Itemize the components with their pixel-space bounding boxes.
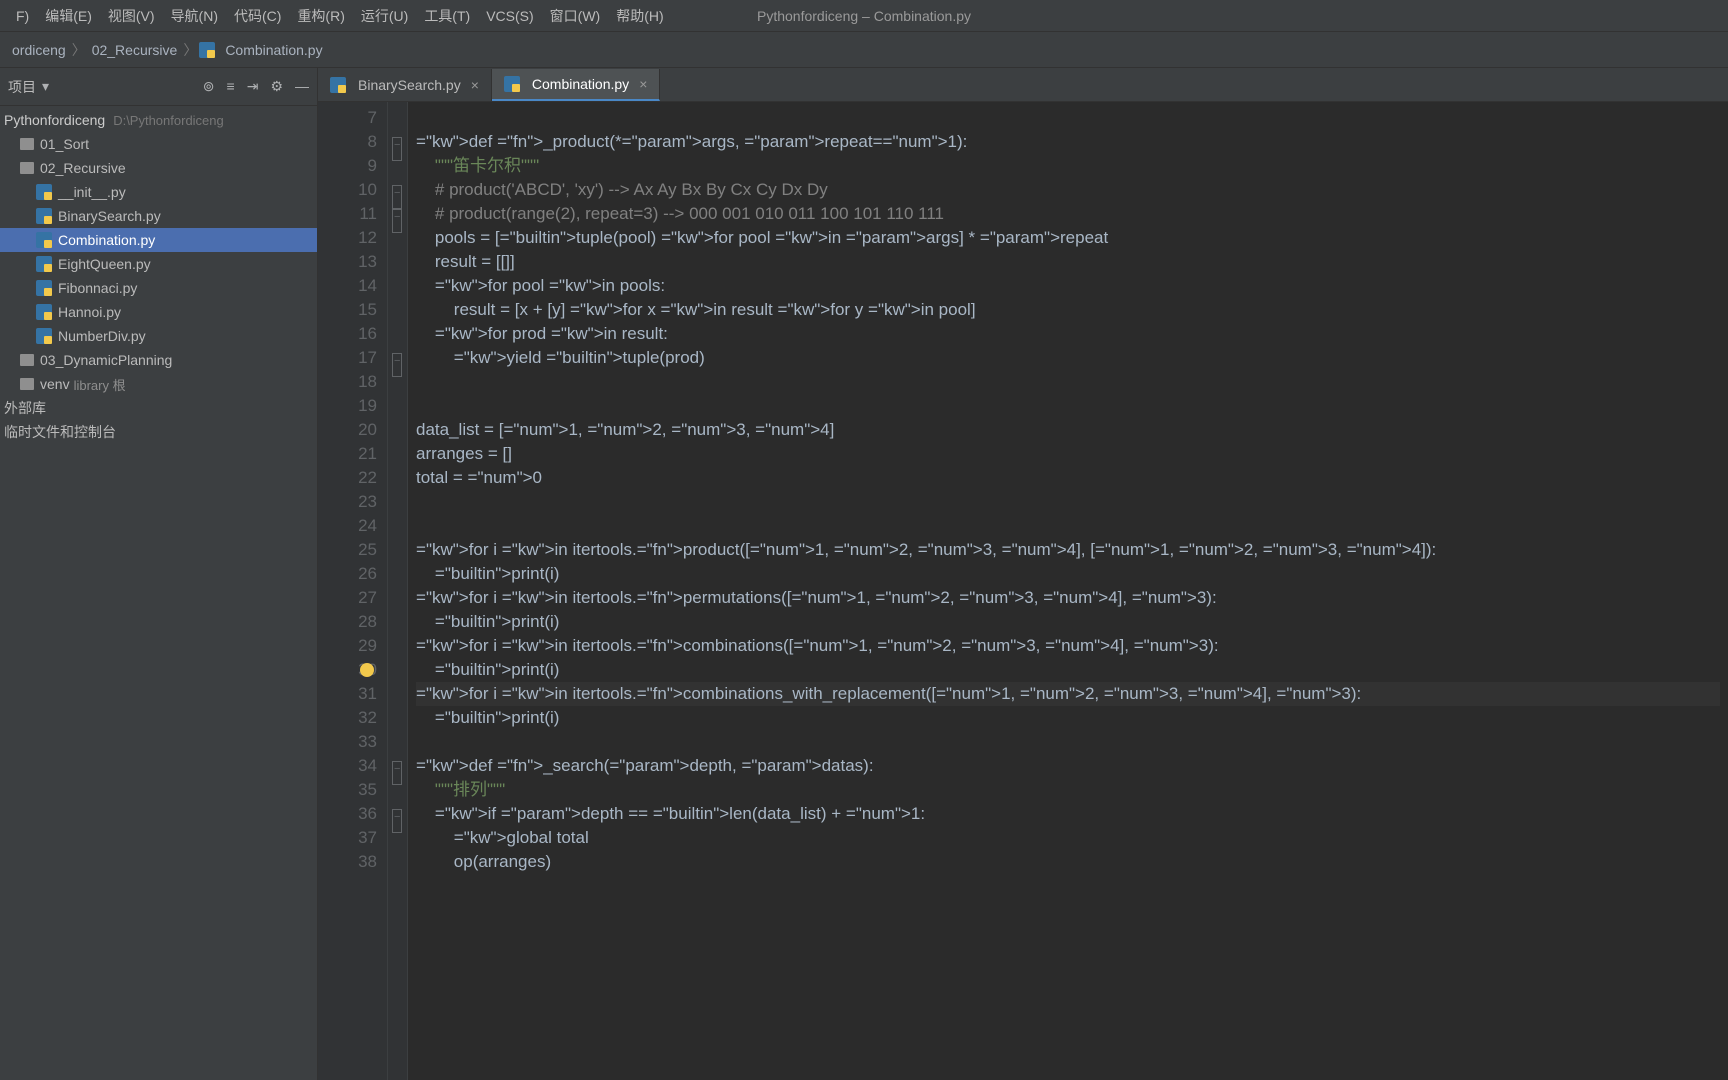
folder-icon — [20, 162, 34, 174]
python-file-icon — [36, 328, 52, 344]
scratches-consoles[interactable]: 临时文件和控制台 — [0, 420, 317, 444]
python-file-icon — [504, 76, 520, 92]
file-init[interactable]: __init__.py — [0, 180, 317, 204]
code-editor[interactable]: 7891011121314151617181920212223242526272… — [318, 102, 1728, 1080]
menu-tools[interactable]: 工具(T) — [416, 6, 478, 26]
external-libraries[interactable]: 外部库 — [0, 396, 317, 420]
locate-icon[interactable]: ⊚ — [203, 78, 215, 95]
project-header: 项目 ▾ ⊚ ≡ ⇥ ⚙ — — [0, 68, 317, 106]
breadcrumb: ordiceng 〉 02_Recursive 〉 Combination.py — [0, 32, 1728, 68]
tab-binarysearch[interactable]: BinarySearch.py × — [318, 69, 492, 101]
python-file-icon — [36, 184, 52, 200]
file-eightqueen[interactable]: EightQueen.py — [0, 252, 317, 276]
python-file-icon — [36, 208, 52, 224]
code-content[interactable]: ="kw">def ="fn">_product(*="param">args,… — [408, 102, 1728, 1080]
expand-all-icon[interactable]: ≡ — [227, 78, 235, 95]
python-file-icon — [36, 280, 52, 296]
breadcrumb-folder[interactable]: 02_Recursive — [88, 42, 182, 58]
breadcrumb-file[interactable]: Combination.py — [221, 42, 326, 58]
python-file-icon — [36, 256, 52, 272]
close-icon[interactable]: × — [639, 76, 647, 92]
folder-icon — [20, 138, 34, 150]
menu-help[interactable]: 帮助(H) — [608, 6, 671, 26]
menu-window[interactable]: 窗口(W) — [542, 6, 609, 26]
menu-code[interactable]: 代码(C) — [226, 6, 289, 26]
menu-view[interactable]: 视图(V) — [100, 6, 163, 26]
breadcrumb-sep: 〉 — [70, 40, 88, 60]
file-binarysearch[interactable]: BinarySearch.py — [0, 204, 317, 228]
folder-01-sort[interactable]: 01_Sort — [0, 132, 317, 156]
hide-icon[interactable]: — — [295, 78, 309, 95]
breadcrumb-sep: 〉 — [181, 40, 199, 60]
menu-bar: F) 编辑(E) 视图(V) 导航(N) 代码(C) 重构(R) 运行(U) 工… — [0, 0, 1728, 32]
project-tree[interactable]: Pythonfordiceng D:\Pythonfordiceng 01_So… — [0, 106, 317, 446]
tab-combination[interactable]: Combination.py × — [492, 69, 660, 101]
project-label: 项目 — [8, 77, 36, 97]
close-icon[interactable]: × — [471, 77, 479, 93]
python-file-icon — [36, 232, 52, 248]
collapse-all-icon[interactable]: ⇥ — [247, 78, 259, 95]
menu-file[interactable]: F) — [8, 8, 37, 24]
python-file-icon — [330, 77, 346, 93]
menu-refactor[interactable]: 重构(R) — [289, 6, 352, 26]
window-title: Pythonfordiceng – Combination.py — [757, 8, 971, 24]
file-fibonnaci[interactable]: Fibonnaci.py — [0, 276, 317, 300]
editor-area: BinarySearch.py × Combination.py × 78910… — [318, 68, 1728, 1080]
python-file-icon — [199, 42, 215, 58]
dropdown-icon[interactable]: ▾ — [42, 78, 49, 95]
folder-icon — [20, 378, 34, 390]
folder-02-recursive[interactable]: 02_Recursive — [0, 156, 317, 180]
menu-vcs[interactable]: VCS(S) — [478, 8, 541, 24]
python-file-icon — [36, 304, 52, 320]
editor-tabs: BinarySearch.py × Combination.py × — [318, 68, 1728, 102]
folder-venv[interactable]: venvlibrary 根 — [0, 372, 317, 396]
file-numberdiv[interactable]: NumberDiv.py — [0, 324, 317, 348]
line-number-gutter[interactable]: 7891011121314151617181920212223242526272… — [318, 102, 388, 1080]
file-combination[interactable]: Combination.py — [0, 228, 317, 252]
intention-bulb-icon[interactable] — [360, 663, 374, 677]
breadcrumb-root[interactable]: ordiceng — [8, 42, 70, 58]
folder-icon — [20, 354, 34, 366]
menu-navigate[interactable]: 导航(N) — [163, 6, 226, 26]
project-tool-window: 项目 ▾ ⊚ ≡ ⇥ ⚙ — Pythonfordiceng D:\Python… — [0, 68, 318, 1080]
menu-edit[interactable]: 编辑(E) — [37, 6, 100, 26]
folder-03-dynamic[interactable]: 03_DynamicPlanning — [0, 348, 317, 372]
project-root[interactable]: Pythonfordiceng D:\Pythonfordiceng — [0, 108, 317, 132]
file-hannoi[interactable]: Hannoi.py — [0, 300, 317, 324]
menu-run[interactable]: 运行(U) — [353, 6, 416, 26]
fold-gutter[interactable] — [388, 102, 408, 1080]
gear-icon[interactable]: ⚙ — [270, 78, 283, 95]
